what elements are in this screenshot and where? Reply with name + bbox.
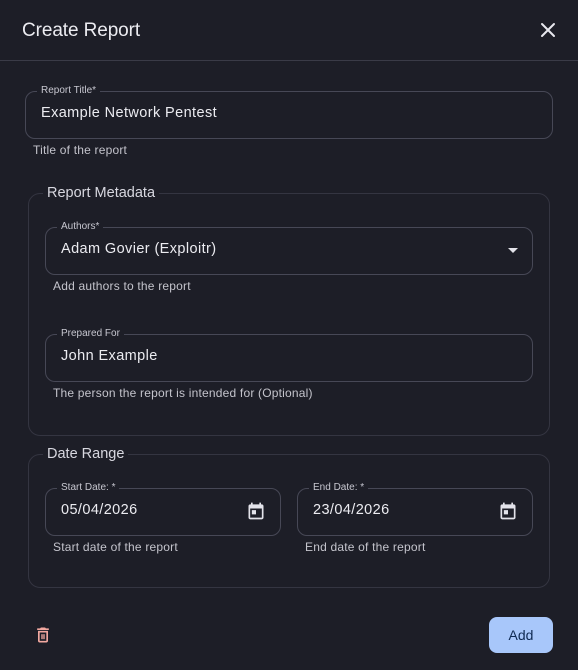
end-date-label: End Date: *	[309, 481, 369, 495]
chevron-down-icon[interactable]	[508, 248, 518, 253]
prepared-for-value: John Example	[61, 348, 158, 364]
report-title-helper: Title of the report	[33, 143, 128, 157]
prepared-for-label: Prepared For	[57, 327, 124, 341]
report-title-field[interactable]: Report Title* Example Network Pentest	[25, 84, 553, 139]
delete-button[interactable]	[33, 625, 53, 645]
start-date-label: Start Date: *	[57, 481, 120, 495]
dialog-header: Create Report	[0, 0, 578, 61]
prepared-for-helper: The person the report is intended for (O…	[53, 386, 313, 400]
trash-icon	[37, 627, 49, 643]
authors-helper: Add authors to the report	[53, 279, 191, 293]
report-title-value: Example Network Pentest	[41, 105, 218, 121]
dialog-title: Create Report	[22, 20, 141, 41]
close-button[interactable]	[536, 18, 560, 42]
authors-value: Adam Govier (Exploitr)	[61, 241, 217, 257]
end-date-field[interactable]: End Date: * 23/04/2026	[297, 481, 533, 536]
authors-label: Authors*	[57, 220, 104, 234]
start-date-value: 05/04/2026	[61, 502, 138, 518]
calendar-icon[interactable]	[246, 501, 266, 521]
authors-select[interactable]: Authors* Adam Govier (Exploitr)	[45, 220, 533, 275]
prepared-for-field[interactable]: Prepared For John Example	[45, 327, 533, 382]
date-range-legend: Date Range	[43, 445, 129, 463]
start-date-field[interactable]: Start Date: * 05/04/2026	[45, 481, 281, 536]
end-date-helper: End date of the report	[305, 540, 426, 554]
report-metadata-legend: Report Metadata	[43, 184, 160, 202]
calendar-icon[interactable]	[498, 501, 518, 521]
add-button[interactable]: Add	[489, 617, 553, 653]
create-report-dialog: Create Report Report Title* Example Netw…	[0, 0, 578, 670]
end-date-value: 23/04/2026	[313, 502, 390, 518]
report-title-label: Report Title*	[37, 84, 101, 98]
start-date-helper: Start date of the report	[53, 540, 178, 554]
close-icon	[541, 23, 555, 37]
